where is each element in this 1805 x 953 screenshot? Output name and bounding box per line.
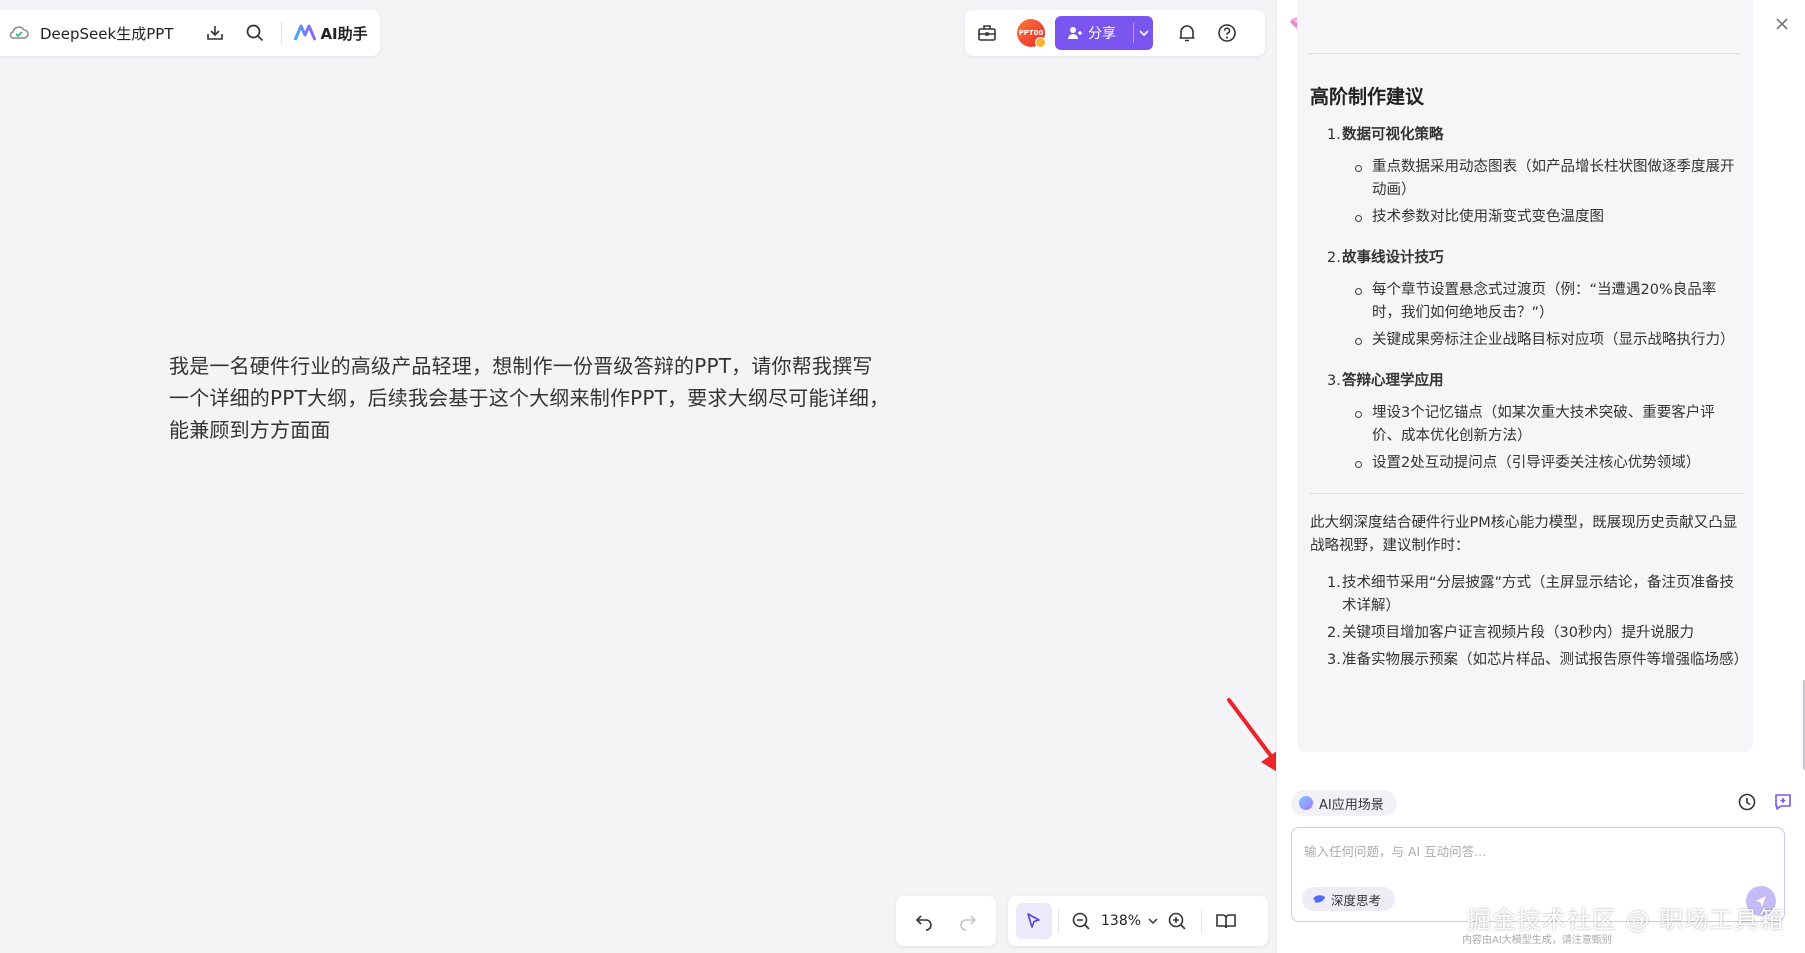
ai-assistant-button[interactable]: AI助手 [294,23,368,44]
top-right-toolbar: PPT00 分享 [965,10,1265,56]
deep-think-toggle[interactable]: 深度思考 [1302,887,1395,911]
reading-mode-button[interactable] [1208,901,1244,941]
zoom-out-icon [1072,912,1090,930]
divider [1309,53,1741,54]
ai-disclaimer: 内容由AI大模型生成，请注意甄别 [1462,935,1612,946]
toolbar-divider [1201,909,1203,933]
list-item: 重点数据采用动态图表（如产品增长柱状图做逐季度展开动画） [1310,156,1743,202]
ai-assistant-panel: 20138 高阶制作建议 1. 数据可视化策略 重点数据采用动态图表（如产品增长… [1276,0,1805,953]
zoom-in-button[interactable] [1159,901,1195,941]
help-button[interactable] [1207,13,1247,53]
history-button[interactable] [1737,792,1757,812]
clock-icon [1738,793,1756,811]
section-title: 3. 答辩心理学应用 [1327,373,1444,389]
top-left-toolbar: DeepSeek生成PPT AI助手 [0,10,380,56]
bullet-list: 埋设3个记忆锚点（如某次重大技术突破、重要客户评价、成本优化创新方法） 设置2处… [1310,402,1743,475]
toolbar-divider [281,22,283,44]
list-item: 1. 技术细节采用“分层披露”方式（主屏显示结论，备注页准备技术详解） [1327,575,1735,614]
cloud-sync-icon [8,25,30,41]
redo-button[interactable] [948,901,988,941]
watermark: 掘金技术社区 @ 职场工具箱 [1467,906,1785,934]
toolbox-icon [978,25,996,41]
chevron-down-icon[interactable] [1147,915,1159,927]
help-icon [1218,24,1236,42]
undo-icon [915,915,932,931]
chat-input[interactable] [1302,838,1746,864]
cursor-icon [1027,913,1040,928]
tips-list: 1. 技术细节采用“分层披露”方式（主屏显示结论，备注页准备技术详解） 2. 关键项… [1310,572,1748,672]
redo-icon [960,915,977,931]
canvas-text-line: 一个详细的PPT大纲，后续我会基于这个大纲来制作PPT，要求大纲尽可能详细， [169,386,890,410]
list-item: 埋设3个记忆锚点（如某次重大技术突破、重要客户评价、成本优化创新方法） [1310,402,1743,448]
history-toolbar [896,896,996,946]
share-main[interactable]: 分享 [1055,16,1133,50]
search-button[interactable] [235,13,275,53]
bullet-list: 重点数据采用动态图表（如产品增长柱状图做逐季度展开动画） 技术参数对比使用渐变式… [1310,156,1743,229]
new-chat-button[interactable] [1773,792,1793,812]
list-item: 2. 关键项目增加客户证言视频片段（30秒内）提升说服力 [1327,625,1694,641]
summary-paragraph: 此大纲深度结合硬件行业PM核心能力模型，既展现历史贡献又凸显战略视野，建议制作时… [1310,515,1738,554]
answer-body: 1. 数据可视化策略 重点数据采用动态图表（如产品增长柱状图做逐季度展开动画） … [1310,124,1748,676]
section-title: 2. 故事线设计技巧 [1327,250,1444,266]
scene-orb-icon [1299,796,1313,810]
bullet-list: 每个章节设置悬念式过渡页（例：“当遭遇20%良品率时，我们如何绝地反击？”） 关… [1310,279,1743,352]
download-icon [207,26,224,40]
avatar-text: PPT00 [1018,29,1044,37]
close-panel-button[interactable] [1774,16,1790,32]
canvas-text-line: 我是一名硬件行业的高级产品轻理，想制作一份晋级答辩的PPT，请你帮我撰写 [169,354,873,378]
book-icon [1216,914,1236,929]
canvas-text-box[interactable]: 我是一名硬件行业的高级产品轻理，想制作一份晋级答辩的PPT，请你帮我撰写 一个详… [169,350,929,446]
notifications-button[interactable] [1167,13,1207,53]
deep-think-label: 深度思考 [1331,892,1382,908]
zoom-out-button[interactable] [1065,901,1097,941]
share-label: 分享 [1088,26,1116,42]
new-chat-icon [1775,794,1791,810]
share-dropdown[interactable] [1134,16,1153,50]
toolbar-divider [1058,909,1059,933]
zoom-toolbar: 138% [1008,896,1268,946]
list-item: 每个章节设置悬念式过渡页（例：“当遭遇20%良品率时，我们如何绝地反击？”） [1310,279,1743,325]
toolbox-button[interactable] [967,13,1007,53]
chevron-down-icon [1138,30,1149,37]
document-title[interactable]: DeepSeek生成PPT [40,23,173,44]
zoom-level[interactable]: 138% [1101,913,1141,929]
share-user-icon [1068,27,1082,39]
list-item: 3. 准备实物展示预案（如芯片样品、测试报告原件等增强临场感） [1327,652,1748,668]
list-item: 设置2处互动提问点（引导评委关注核心优势领域） [1310,452,1743,475]
avatar-status-dot [1035,37,1046,48]
canvas-area[interactable]: DeepSeek生成PPT AI助手 PPT00 分享 我是一名硬件行业的高级产… [0,0,1287,953]
list-item: 关键成果旁标注企业战略目标对应项（显示战略执行力） [1310,329,1743,352]
ai-scenes-button[interactable]: AI应用场景 [1291,790,1397,816]
ai-assistant-label: AI助手 [320,24,368,43]
search-icon [247,24,264,42]
divider [1310,493,1743,494]
canvas-text-line: 能兼顾到方方面面 [169,418,331,442]
close-icon [1776,18,1788,30]
zoom-in-icon [1168,912,1186,930]
undo-button[interactable] [904,901,944,941]
whale-icon [1313,895,1325,903]
bell-icon [1179,25,1195,42]
ai-answer-card: 高阶制作建议 1. 数据可视化策略 重点数据采用动态图表（如产品增长柱状图做逐季… [1297,0,1753,752]
download-button[interactable] [195,13,235,53]
select-tool-button[interactable] [1016,903,1052,939]
avatar[interactable]: PPT00 [1017,19,1046,48]
ai-logo-icon [294,24,317,41]
ai-scenes-label: AI应用场景 [1319,797,1384,813]
share-button[interactable]: 分享 [1055,16,1153,50]
list-item: 技术参数对比使用渐变式变色温度图 [1310,206,1743,229]
section-title: 1. 数据可视化策略 [1327,127,1444,143]
answer-heading: 高阶制作建议 [1310,86,1425,108]
